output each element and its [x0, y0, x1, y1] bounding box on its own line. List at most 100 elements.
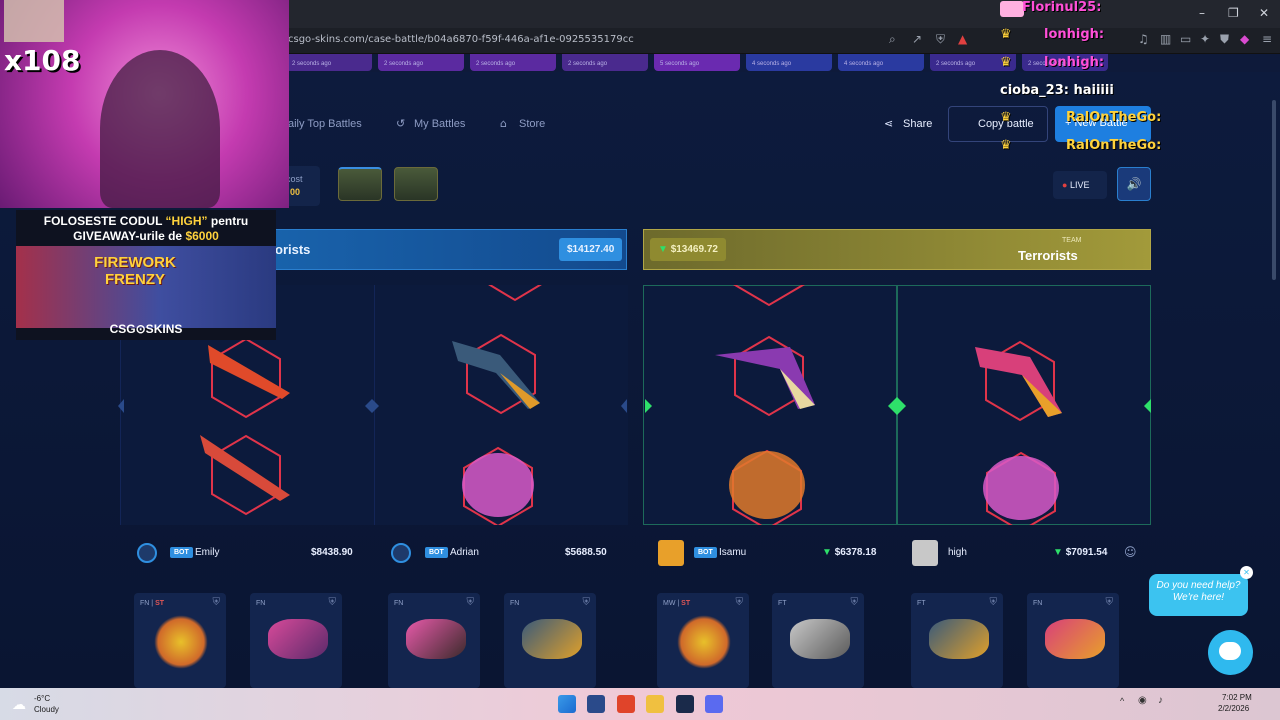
minimize-button[interactable]: –	[1199, 6, 1205, 20]
clock-date[interactable]: 2/2/2026	[1218, 704, 1249, 713]
won-item-card[interactable]: FN ⛨	[250, 593, 342, 688]
won-item-card[interactable]: FN ⛨	[504, 593, 596, 688]
promo-game-title: FIREWORK FRENZY	[94, 254, 176, 288]
item-image	[677, 615, 731, 669]
brave-browser-icon[interactable]	[617, 695, 635, 713]
volume-icon[interactable]: ♪	[1158, 695, 1163, 706]
shield-icon[interactable]: ⛨	[936, 32, 945, 47]
extensions-icon[interactable]: ✦	[1200, 32, 1210, 46]
hexagon-frame	[733, 285, 805, 307]
sidebar-icon[interactable]: ▥	[1160, 32, 1171, 46]
bot-badge: BOT	[425, 547, 448, 558]
knife-item	[208, 345, 290, 399]
player-value: $5688.50	[565, 547, 607, 558]
ticker-item[interactable]: 4 seconds ago	[838, 54, 924, 71]
nav-my-battles[interactable]: My Battles	[414, 118, 465, 130]
ticker-item[interactable]: 2 seconds ago	[286, 54, 372, 71]
shield-icon: ⛨	[1105, 597, 1114, 608]
won-item-card[interactable]: FT ⛨	[772, 593, 864, 688]
scrollbar[interactable]	[1272, 100, 1276, 280]
clock-time[interactable]: 7:02 PM	[1222, 693, 1252, 702]
ticker-item[interactable]: 2 seconds ago	[470, 54, 556, 71]
avatar	[658, 540, 684, 566]
close-window-button[interactable]: ✕	[1259, 6, 1269, 20]
ticker-item[interactable]: 2 seconds ago	[378, 54, 464, 71]
chat-username: lonhigh:	[1044, 27, 1105, 42]
steam-icon[interactable]	[676, 695, 694, 713]
crown-icon: ♛	[1000, 138, 1012, 153]
item-image	[268, 619, 328, 659]
shield-icon: ⛨	[989, 597, 998, 608]
wallet-icon[interactable]: ▭	[1180, 32, 1191, 46]
nav-store[interactable]: Store	[519, 118, 545, 130]
won-item-card[interactable]: FN ⛨	[1027, 593, 1119, 688]
cloud-icon: ☁	[12, 696, 26, 712]
ticker-item[interactable]: 4 seconds ago	[746, 54, 832, 71]
vpn-icon[interactable]: ⛊	[1220, 32, 1229, 47]
warning-icon[interactable]: ▲	[958, 32, 967, 46]
chat-username: Florinul25:	[1022, 0, 1102, 15]
maximize-button[interactable]: ❐	[1228, 6, 1239, 20]
won-item-card[interactable]: FN | ST ⛨	[134, 593, 226, 688]
item-image	[522, 619, 582, 659]
team-t-bar: ▼ $13469.72 TEAM Terrorists	[643, 229, 1151, 270]
ticker-item[interactable]: 5 seconds ago	[654, 54, 740, 71]
multiplier-text: x108	[4, 44, 81, 77]
brave-rewards-icon[interactable]: ◆	[1240, 32, 1249, 46]
emote-image	[4, 0, 64, 42]
knife-item	[462, 453, 534, 517]
promo-banner: FOLOSESTE CODUL “HIGH” pentru GIVEAWAY-u…	[16, 210, 276, 340]
nav-daily-top-battles[interactable]: aily Top Battles	[288, 118, 362, 130]
bot-badge: BOT	[170, 547, 193, 558]
url-text[interactable]: csgo-skins.com/case-battle/b04a6870-f59f…	[288, 34, 634, 45]
case-icon[interactable]	[394, 167, 438, 201]
weather-desc: Cloudy	[34, 705, 59, 714]
start-icon[interactable]	[558, 695, 576, 713]
copy-battle-button[interactable]: Copy battle	[948, 106, 1048, 142]
chat-username: RalOnTheGo:	[1066, 138, 1162, 153]
team-ct-value: $14127.40	[559, 238, 623, 261]
reel-marker	[365, 399, 379, 413]
weather-temp: -6°C	[34, 694, 51, 703]
file-explorer-icon[interactable]	[646, 695, 664, 713]
share-button[interactable]: Share	[903, 118, 932, 130]
won-item-card[interactable]: MW | ST ⛨	[657, 593, 749, 688]
won-item-card[interactable]: FT ⛨	[911, 593, 1003, 688]
help-bubble[interactable]: Do you need help? We're here!	[1149, 574, 1248, 616]
team-ct-name: orists	[275, 242, 311, 257]
share-page-icon[interactable]: ↗	[912, 32, 922, 46]
knife-item	[983, 456, 1059, 520]
music-icon[interactable]: ♫	[1138, 32, 1149, 46]
player-name: Isamu	[719, 547, 747, 558]
item-image	[929, 619, 989, 659]
team-t-name: Terrorists	[1018, 248, 1078, 263]
shield-icon: ⛨	[328, 597, 337, 608]
tray-chevron-icon[interactable]: ^	[1120, 696, 1124, 706]
emoji-icon[interactable]: ☺	[1124, 545, 1137, 559]
discord-icon[interactable]	[705, 695, 723, 713]
shield-icon: ⛨	[582, 597, 591, 608]
close-help-icon[interactable]: ✕	[1240, 566, 1253, 579]
taskbar: ☁ -6°C Cloudy ^ ◉ ♪ 7:02 PM 2/2/2026	[0, 688, 1280, 720]
wifi-icon[interactable]: ◉	[1138, 695, 1147, 706]
task-view-icon[interactable]	[587, 695, 605, 713]
store-icon: ⌂	[500, 117, 507, 130]
player-value: $8438.90	[311, 547, 353, 558]
support-chat-button[interactable]	[1208, 630, 1253, 675]
item-image	[154, 615, 208, 669]
ticker-item[interactable]: 2 seconds ago	[562, 54, 648, 71]
shield-icon: ⛨	[466, 597, 475, 608]
crown-icon: ♛	[1000, 110, 1012, 125]
zoom-icon[interactable]: ⌕	[889, 32, 896, 47]
win-marker	[888, 397, 906, 415]
case-icon[interactable]	[338, 167, 382, 201]
sound-toggle-button[interactable]: 🔊	[1117, 167, 1151, 201]
webcam-overlay: x108	[0, 0, 289, 208]
player-name: Adrian	[450, 547, 479, 558]
live-indicator: ● LIVE	[1053, 171, 1107, 199]
won-item-card[interactable]: FN ⛨	[388, 593, 480, 688]
chat-username: RalOnTheGo:	[1066, 110, 1162, 125]
crown-icon: ♛	[1000, 27, 1012, 42]
menu-icon[interactable]: ≡	[1262, 32, 1272, 46]
chat-message: cioba_23: haiiiii	[1000, 83, 1114, 98]
